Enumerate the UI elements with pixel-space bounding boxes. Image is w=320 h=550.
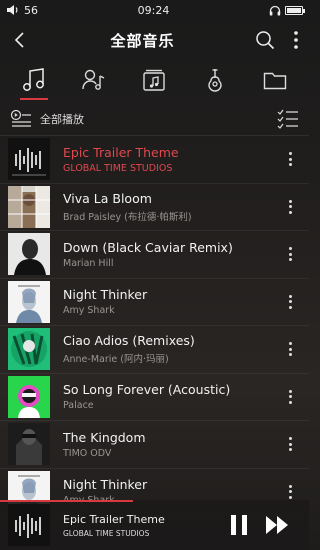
song-title: The Kingdom	[63, 429, 146, 445]
album-art	[8, 280, 50, 323]
more-options-icon[interactable]	[283, 294, 297, 309]
folder-icon	[263, 72, 287, 90]
overflow-menu-icon[interactable]	[293, 30, 299, 50]
song-artist: Amy Shark	[63, 305, 115, 317]
song-info: Viva La Bloom Brad Paisley (布拉德·帕斯利)	[63, 191, 283, 223]
tab-songs[interactable]	[14, 62, 54, 100]
play-all-row[interactable]: 全部播放	[0, 102, 309, 136]
battery-icon	[284, 5, 305, 15]
clock: 09:24	[137, 3, 170, 17]
album-art	[8, 423, 50, 466]
song-row[interactable]: The Kingdom TIMO ODV	[0, 421, 309, 469]
more-options-icon[interactable]	[283, 152, 297, 167]
more-options-icon[interactable]	[283, 484, 297, 499]
song-title: Night Thinker	[63, 477, 148, 493]
song-title: Viva La Bloom	[63, 190, 152, 206]
song-title: Down (Black Caviar Remix)	[63, 239, 233, 255]
song-row[interactable]: Epic Trailer Theme GLOBAL TIME STUDIOS	[0, 136, 309, 184]
album-art	[8, 233, 50, 276]
play-all-label: 全部播放	[40, 112, 84, 126]
pause-icon[interactable]	[229, 514, 249, 536]
song-artist: Marian Hill	[63, 257, 114, 269]
more-options-icon[interactable]	[283, 437, 297, 452]
song-row[interactable]: Down (Black Caviar Remix) Marian Hill	[0, 231, 309, 279]
song-info: Ciao Adios (Remixes) Anne-Marie (阿内·玛丽)	[63, 333, 283, 365]
song-info: Down (Black Caviar Remix) Marian Hill	[63, 240, 283, 269]
play-all-icon	[10, 109, 31, 127]
song-artist: Anne-Marie (阿内·玛丽)	[63, 354, 169, 366]
song-title: So Long Forever (Acoustic)	[63, 382, 231, 398]
song-info: Night Thinker Amy Shark	[63, 287, 283, 316]
play-all-button[interactable]: 全部播放	[10, 109, 84, 129]
song-title: Night Thinker	[63, 287, 148, 303]
song-artist: GLOBAL TIME STUDIOS	[63, 162, 173, 174]
song-row[interactable]: Viva La Bloom Brad Paisley (布拉德·帕斯利)	[0, 184, 309, 231]
tab-genres[interactable]	[195, 62, 235, 98]
song-info: Epic Trailer Theme GLOBAL TIME STUDIOS	[63, 145, 283, 174]
album-art	[8, 138, 50, 181]
page-title: 全部音乐	[110, 31, 175, 50]
multi-select-icon[interactable]	[277, 109, 299, 129]
signal-value: 56	[24, 3, 38, 17]
tab-albums[interactable]	[134, 62, 174, 98]
song-artist: Palace	[63, 400, 94, 412]
album-art	[8, 328, 50, 371]
more-options-icon[interactable]	[283, 199, 297, 214]
song-info: The Kingdom TIMO ODV	[63, 430, 283, 459]
song-artist: Brad Paisley (布拉德·帕斯利)	[63, 211, 192, 223]
more-options-icon[interactable]	[283, 247, 297, 262]
song-title: Epic Trailer Theme	[63, 144, 179, 160]
music-note-icon	[23, 68, 45, 91]
more-options-icon[interactable]	[283, 389, 297, 404]
now-playing-title: Epic Trailer Theme	[63, 512, 165, 526]
song-row[interactable]: So Long Forever (Acoustic) Palace	[0, 374, 309, 421]
status-right	[269, 5, 305, 16]
song-info: So Long Forever (Acoustic) Palace	[63, 382, 283, 411]
next-track-icon[interactable]	[265, 514, 291, 536]
guitar-icon	[207, 69, 222, 92]
tab-artists[interactable]	[74, 62, 114, 98]
back-icon[interactable]	[10, 30, 30, 50]
status-left: 56	[6, 4, 38, 17]
now-playing-art	[8, 504, 50, 546]
search-icon[interactable]	[255, 30, 275, 50]
song-row[interactable]: Night Thinker Amy Shark	[0, 279, 309, 326]
speaker-icon	[7, 5, 18, 15]
tab-folders[interactable]	[255, 62, 295, 98]
title-bar: 全部音乐	[0, 20, 309, 60]
song-list: Epic Trailer Theme GLOBAL TIME STUDIOS V…	[0, 136, 309, 516]
playback-progress[interactable]	[0, 500, 133, 502]
album-art	[8, 375, 50, 418]
title-actions	[255, 30, 299, 50]
status-bar: 56 09:24	[0, 0, 309, 20]
song-title: Ciao Adios (Remixes)	[63, 333, 195, 349]
more-options-icon[interactable]	[283, 342, 297, 357]
now-playing-artist: GLOBAL TIME STUDIOS	[63, 528, 150, 538]
song-artist: TIMO ODV	[63, 447, 112, 459]
player-controls	[229, 514, 291, 536]
now-playing-bar[interactable]: Epic Trailer Theme GLOBAL TIME STUDIOS	[0, 500, 309, 550]
headphones-icon	[269, 5, 281, 15]
category-tabs	[0, 60, 309, 100]
artist-icon	[82, 69, 105, 90]
song-row[interactable]: Ciao Adios (Remixes) Anne-Marie (阿内·玛丽)	[0, 326, 309, 374]
album-icon	[143, 69, 166, 91]
now-playing-info: Epic Trailer Theme GLOBAL TIME STUDIOS	[63, 513, 229, 538]
album-art	[8, 185, 50, 228]
